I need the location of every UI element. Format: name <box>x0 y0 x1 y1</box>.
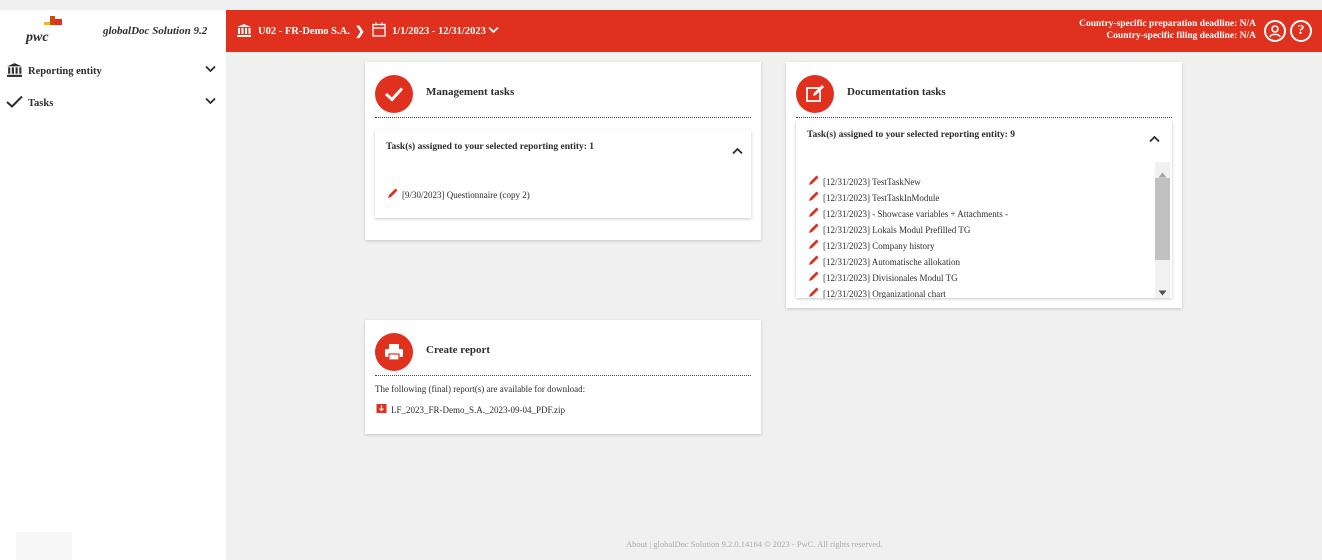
pencil-icon <box>808 223 819 236</box>
panel-header: Task(s) assigned to your selected report… <box>386 142 595 152</box>
top-bar: U02 - FR-Demo S.A. ❯ 1/1/2023 - 12/31/20… <box>226 10 1322 52</box>
edit-square-icon <box>796 75 834 113</box>
task-item[interactable]: [12/31/2023] Organizational chart <box>808 287 946 298</box>
task-item[interactable]: [12/31/2023] Divisionales Modul TG <box>808 271 958 284</box>
report-download-link[interactable]: LF_2023_FR-Demo_S.A._2023-09-04_PDF.zip <box>376 403 565 416</box>
pencil-icon <box>808 255 819 268</box>
card-header: Create report <box>375 330 751 376</box>
pencil-icon <box>808 207 819 220</box>
card-title: Management tasks <box>426 86 515 98</box>
sidebar-item-label: Tasks <box>28 97 54 109</box>
scrollbar-thumb[interactable] <box>1155 178 1170 260</box>
chevron-up-icon[interactable] <box>732 142 743 160</box>
chevron-down-icon[interactable] <box>205 97 216 108</box>
task-label: [9/30/2023] Questionnaire (copy 2) <box>402 189 530 200</box>
pencil-icon <box>808 271 819 284</box>
bank-icon <box>236 23 252 40</box>
calendar-icon <box>372 22 386 40</box>
task-item[interactable]: [12/31/2023] TestTaskNew <box>808 175 921 188</box>
sidebar: Reporting entity Tasks <box>0 52 226 560</box>
create-report-card: Create report The following (final) repo… <box>365 320 761 434</box>
task-label: [12/31/2023] TestTaskNew <box>823 176 921 187</box>
period-selector[interactable]: 1/1/2023 - 12/31/2023 <box>392 26 486 37</box>
task-item[interactable]: [9/30/2023] Questionnaire (copy 2) <box>387 188 530 201</box>
task-label: [12/31/2023] Organizational chart <box>823 288 946 299</box>
pencil-icon <box>808 191 819 204</box>
scroll-down-arrow-icon[interactable] <box>1158 283 1167 298</box>
sidebar-item-label: Reporting entity <box>28 65 102 77</box>
sidebar-item-reporting-entity[interactable]: Reporting entity <box>6 60 220 82</box>
management-tasks-card: Management tasks Task(s) assigned to you… <box>365 62 761 240</box>
app-name: globalDoc Solution 9.2 <box>103 25 208 37</box>
help-glyph: ? <box>1297 23 1305 38</box>
pencil-icon <box>387 188 398 201</box>
pencil-icon <box>808 287 819 298</box>
scrollbar[interactable] <box>1155 162 1170 298</box>
check-icon <box>6 95 26 111</box>
user-circle-icon[interactable] <box>1264 20 1286 42</box>
task-item[interactable]: [12/31/2023] Automatische allokation <box>808 255 960 268</box>
task-label: [12/31/2023] Lokals Modul Prefilled TG <box>823 224 971 235</box>
sidebar-item-tasks[interactable]: Tasks <box>6 92 220 114</box>
card-title: Create report <box>426 344 491 356</box>
bank-icon <box>6 62 26 80</box>
report-description: The following (final) report(s) are avai… <box>375 384 586 394</box>
breadcrumb: U02 - FR-Demo S.A. ❯ 1/1/2023 - 12/31/20… <box>236 22 499 40</box>
chevron-right-icon: ❯ <box>354 23 365 38</box>
chevron-up-icon[interactable] <box>1149 130 1160 148</box>
task-item[interactable]: [12/31/2023] Company history <box>808 239 935 252</box>
management-task-panel: Task(s) assigned to your selected report… <box>375 130 751 218</box>
report-file-name: LF_2023_FR-Demo_S.A._2023-09-04_PDF.zip <box>391 404 566 415</box>
chevron-down-icon[interactable] <box>205 65 216 76</box>
panel-header: Task(s) assigned to your selected report… <box>807 130 1016 140</box>
task-label: [12/31/2023] Automatische allokation <box>823 256 960 267</box>
task-item[interactable]: [12/31/2023] Lokals Modul Prefilled TG <box>808 223 970 236</box>
filing-deadline: Country-specific filing deadline: N/A <box>1106 31 1256 41</box>
footer[interactable]: About | globalDoc Solution 9.2.0.14164 ©… <box>626 539 883 549</box>
task-item[interactable]: [12/31/2023] TestTaskInModule <box>808 191 939 204</box>
pwc-logo[interactable]: pwc <box>22 10 82 52</box>
pencil-icon <box>808 175 819 188</box>
task-label: [12/31/2023] - Showcase variables + Atta… <box>823 208 1009 219</box>
documentation-task-panel: Task(s) assigned to your selected report… <box>796 120 1172 298</box>
task-label: [12/31/2023] TestTaskInModule <box>823 192 940 203</box>
documentation-tasks-card: Documentation tasks Task(s) assigned to … <box>786 62 1182 308</box>
card-header: Documentation tasks <box>796 72 1172 118</box>
printer-icon[interactable] <box>375 333 413 371</box>
sidebar-footer-area <box>16 532 72 560</box>
pdf-file-icon <box>376 403 387 416</box>
pencil-icon <box>808 239 819 252</box>
check-circle-icon <box>375 75 413 113</box>
chevron-down-icon[interactable] <box>488 26 499 37</box>
task-label: [12/31/2023] Company history <box>823 240 935 251</box>
deadlines: Country-specific preparation deadline: N… <box>1079 18 1256 42</box>
brand-area: pwc globalDoc Solution 9.2 <box>0 10 226 52</box>
task-label: [12/31/2023] Divisionales Modul TG <box>823 272 958 283</box>
card-header: Management tasks <box>375 72 751 118</box>
entity-selector[interactable]: U02 - FR-Demo S.A. <box>258 26 350 37</box>
card-title: Documentation tasks <box>847 86 946 98</box>
task-item[interactable]: [12/31/2023] - Showcase variables + Atta… <box>808 207 1008 220</box>
preparation-deadline: Country-specific preparation deadline: N… <box>1079 19 1256 29</box>
help-circle-icon[interactable]: ? <box>1290 20 1312 42</box>
